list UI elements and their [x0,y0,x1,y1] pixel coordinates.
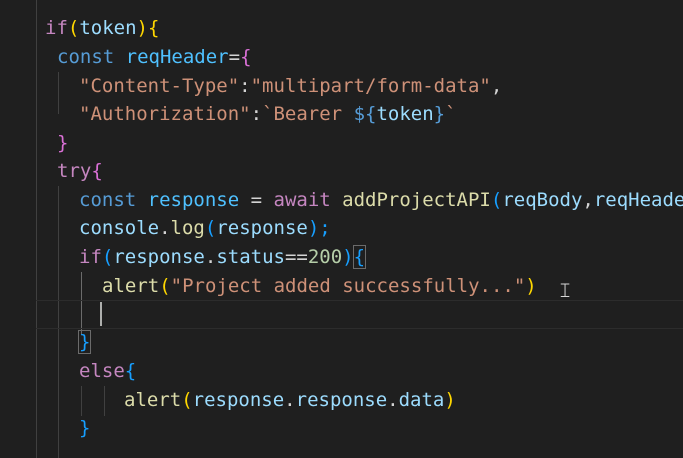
token-bracket: { [148,17,160,39]
token-identifier: response [192,389,285,411]
code-line[interactable]: "Content-Type":"multipart/form-data", [79,72,502,101]
token-punctuation: : [250,103,263,125]
token-number: 200 [307,246,343,268]
token-function: alert [102,275,160,297]
code-line[interactable]: } [57,129,68,158]
token-identifier: token [79,17,137,39]
token-variable: response [147,189,240,211]
token-storage: const [57,46,115,68]
token-string: "Content-Type" [79,75,240,97]
token-bracket: { [124,360,137,382]
indent-guide [81,386,82,416]
token-template-string: ` [445,103,457,125]
token-bracket-matched: } [77,330,92,354]
token-punctuation: : [239,75,251,97]
code-line[interactable]: if(token){ [45,14,159,43]
token-bracket: ( [490,189,503,211]
token-storage: const [79,189,137,211]
token-string: "Authorization" [79,103,251,125]
token-bracket: { [91,160,103,182]
token-template-delimiter: } [433,103,446,125]
code-line[interactable]: try{ [57,157,103,186]
token-identifier: token [376,103,434,125]
token-bracket: ( [67,17,80,39]
token-bracket: ) [525,275,537,297]
token-bracket-matched: { [352,245,367,269]
token-string: "Project added successfully..." [170,275,526,297]
token-template-delimiter: ${ [353,103,377,125]
current-line-highlight[interactable] [36,300,683,329]
token-function: log [170,217,205,239]
token-operator: = [239,189,274,211]
token-string: "multipart/form-data" [250,75,491,97]
token-function: addProjectAPI [342,189,491,211]
token-operator: == [284,246,308,268]
code-editor[interactable]: if(token){ const reqHeader={ "Content-Ty… [0,0,683,458]
token-bracket: ) [136,17,148,39]
token-operator: = [228,46,241,68]
token-bracket: ) [342,246,354,268]
token-identifier: response [216,217,308,239]
token-identifier: response [295,389,388,411]
token-bracket: ( [101,246,114,268]
token-keyword: await [273,189,331,211]
token-bracket: ( [159,275,171,297]
token-identifier: reqHeade [593,189,683,211]
token-punctuation: . [284,389,296,411]
code-line[interactable]: const reqHeader={ [57,43,252,72]
token-punctuation: , [490,75,503,97]
token-punctuation: . [159,217,171,239]
token-keyword: try [57,160,92,182]
ibeam-cursor-icon: 𝙸 [558,278,573,302]
token-identifier: reqBody [502,189,583,211]
token-bracket: ) [444,389,456,411]
token-identifier: console [79,217,160,239]
code-line[interactable]: console.log(response); [79,214,331,243]
code-line[interactable]: "Authorization":`Bearer ${token}` [79,100,457,129]
code-line[interactable]: if(response.status==200){ [79,243,367,272]
code-line[interactable]: else{ [79,357,136,386]
token-identifier: response [113,246,205,268]
indent-guide [104,386,105,416]
code-line[interactable]: alert(response.response.data) [124,386,456,415]
token-punctuation: . [387,389,399,411]
token-bracket: } [57,132,69,154]
token-function: alert [124,389,182,411]
token-bracket: ( [181,389,193,411]
token-keyword: if [45,17,68,39]
token-punctuation: , [582,189,594,211]
token-template-string: `Bearer [262,103,354,125]
token-keyword: if [79,246,102,268]
code-line[interactable]: const response = await addProjectAPI(req… [79,186,683,215]
code-line[interactable]: } [79,414,90,443]
token-punctuation: . [204,246,217,268]
token-bracket: ); [307,217,331,239]
token-bracket: ( [204,217,217,239]
code-line[interactable]: } [77,328,92,357]
token-bracket: { [240,46,252,68]
token-bracket: } [79,417,91,439]
indent-guide [58,72,59,114]
code-line[interactable]: alert("Project added successfully...") [102,272,537,301]
indent-guide [36,0,37,458]
token-identifier: data [398,389,445,411]
token-identifier: status [216,246,285,268]
token-keyword: else [79,360,125,382]
text-caret [100,302,102,326]
token-variable: reqHeader [125,46,229,68]
